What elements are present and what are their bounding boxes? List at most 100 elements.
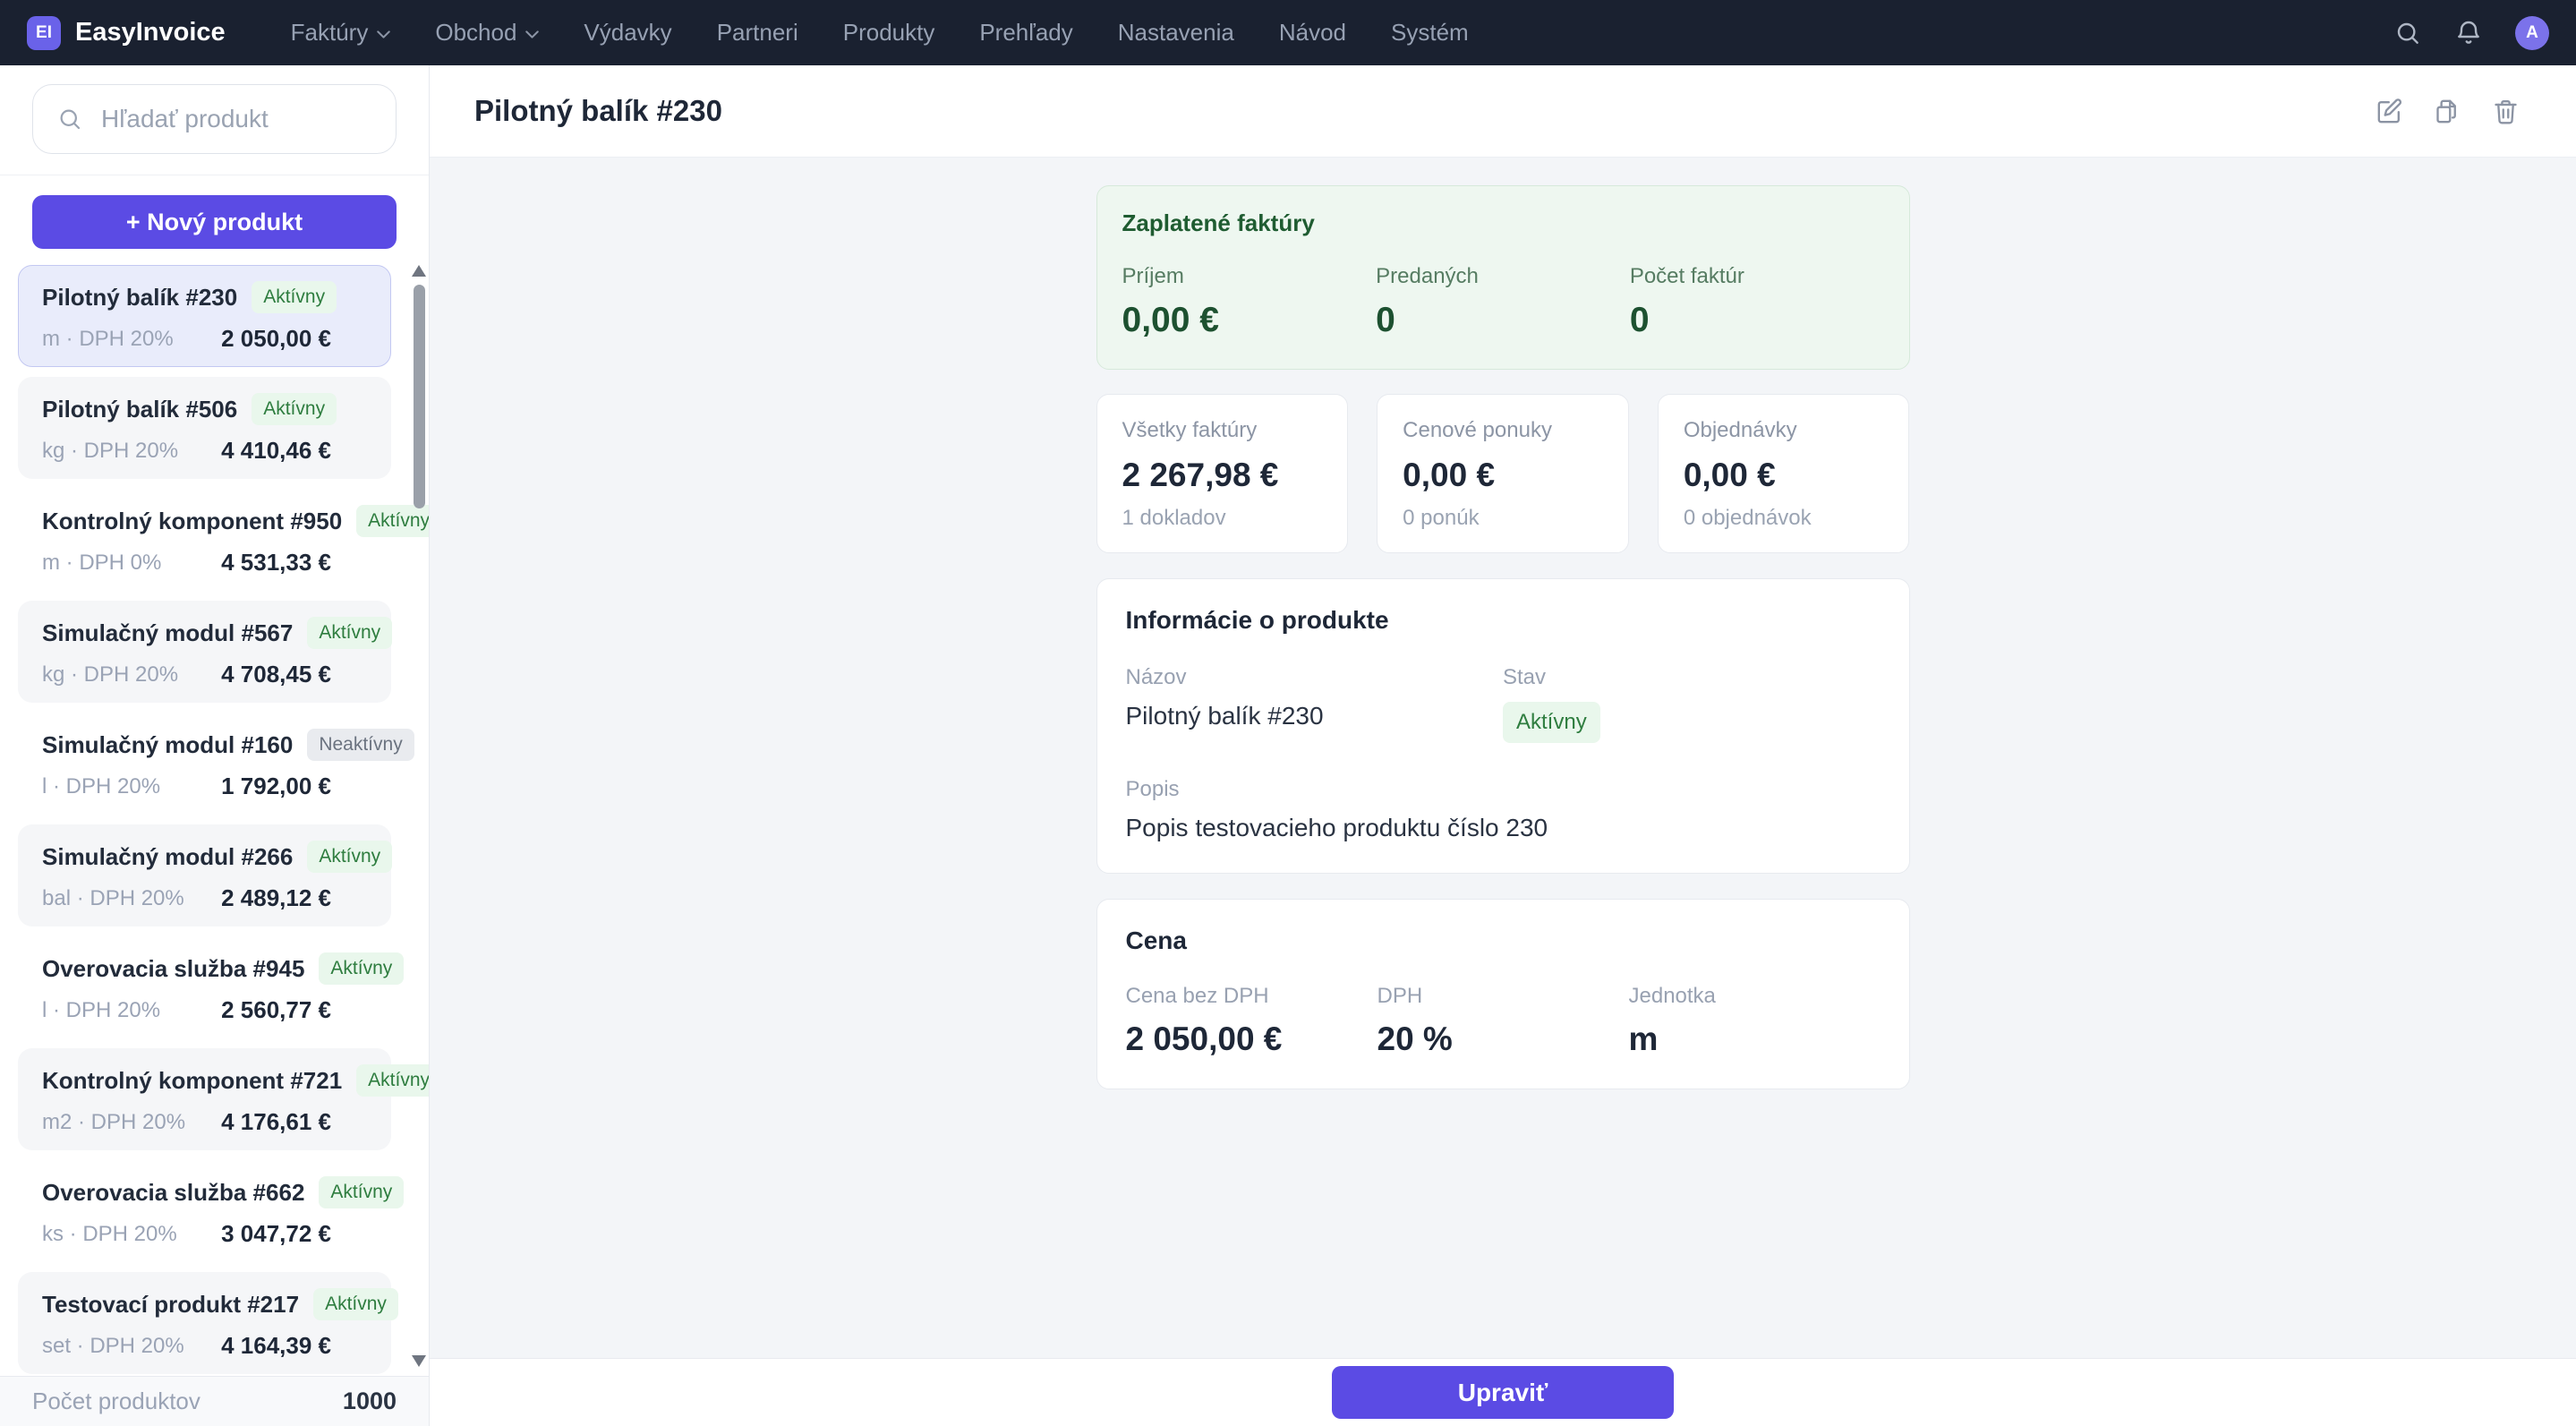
edit-button[interactable]: Upraviť bbox=[1332, 1366, 1674, 1419]
product-row-top: Simulačný modul #160 Neaktívny bbox=[42, 729, 414, 761]
product-name: Kontrolný komponent #721 bbox=[42, 1066, 343, 1094]
product-row-bottom: kg · DPH 20% 4 708,45 € bbox=[42, 661, 367, 688]
copy-icon[interactable] bbox=[2433, 97, 2462, 126]
product-meta: kg · DPH 20% bbox=[42, 662, 179, 687]
product-meta: m2 · DPH 20% bbox=[42, 1109, 186, 1134]
product-list-item[interactable]: Pilotný balík #506 Aktívny kg · DPH 20% … bbox=[18, 377, 391, 479]
product-list-item[interactable]: Overovacia služba #945 Aktívny l · DPH 2… bbox=[18, 936, 405, 1038]
product-row-top: Simulačný modul #266 Aktívny bbox=[42, 841, 393, 873]
product-price: 4 531,33 € bbox=[221, 549, 331, 576]
product-price: 4 164,39 € bbox=[221, 1332, 331, 1359]
product-row-top: Pilotný balík #506 Aktívny bbox=[42, 393, 367, 425]
nav-item[interactable]: Výdavky bbox=[565, 6, 690, 59]
product-row-bottom: kg · DPH 20% 4 410,46 € bbox=[42, 437, 367, 465]
main-content: Zaplatené faktúry Príjem 0,00 € Predanýc… bbox=[430, 158, 2576, 1358]
product-meta: l · DPH 20% bbox=[42, 997, 161, 1022]
sidebar: + Nový produkt Pilotný balík #230 Aktívn… bbox=[0, 65, 430, 1426]
search-input[interactable] bbox=[99, 104, 372, 134]
product-list-item[interactable]: Testovací produkt #217 Aktívny set · DPH… bbox=[18, 1272, 398, 1374]
price-field: Cena bez DPH 2 050,00 € bbox=[1126, 984, 1378, 1058]
paid-stat-label: Príjem bbox=[1122, 264, 1184, 288]
price-card: Cena Cena bez DPH 2 050,00 € DPH 20 % Je… bbox=[1096, 899, 1910, 1089]
product-price: 4 176,61 € bbox=[221, 1108, 331, 1135]
product-row-bottom: bal · DPH 20% 2 489,12 € bbox=[42, 884, 367, 912]
product-list-item[interactable]: Simulačný modul #567 Aktívny kg · DPH 20… bbox=[18, 601, 393, 703]
product-list-item[interactable]: Kontrolný komponent #950 Aktívny m · DPH… bbox=[18, 489, 429, 591]
search-icon[interactable] bbox=[2393, 19, 2422, 47]
price-field: DPH 20 % bbox=[1378, 984, 1629, 1058]
product-row-bottom: ks · DPH 20% 3 047,72 € bbox=[42, 1220, 367, 1248]
stat-card-label: Všetky faktúry bbox=[1122, 418, 1258, 442]
product-row-bottom: l · DPH 20% 2 560,77 € bbox=[42, 996, 367, 1024]
product-list-item[interactable]: Kontrolný komponent #721 Aktívny m2 · DP… bbox=[18, 1048, 429, 1150]
paid-invoices-stats: Príjem 0,00 € Predaných 0 Počet faktúr 0 bbox=[1122, 264, 1884, 340]
product-info-title: Informácie o produkte bbox=[1125, 606, 1389, 634]
app-logo[interactable]: EI bbox=[27, 15, 61, 50]
edit-icon[interactable] bbox=[2375, 97, 2404, 126]
price-field-value: 2 050,00 € bbox=[1125, 1020, 1283, 1057]
field-name-label: Názov bbox=[1125, 665, 1187, 689]
product-row-bottom: set · DPH 20% 4 164,39 € bbox=[42, 1332, 367, 1360]
product-price: 3 047,72 € bbox=[221, 1220, 331, 1247]
trash-icon[interactable] bbox=[2491, 97, 2521, 126]
product-price: 1 792,00 € bbox=[221, 773, 331, 799]
paid-invoices-title: Zaplatené faktúry bbox=[1122, 209, 1315, 236]
product-status-badge: Aktívny bbox=[252, 281, 337, 313]
paid-stat-value: 0,00 € bbox=[1122, 301, 1219, 339]
paid-stat: Príjem 0,00 € bbox=[1122, 264, 1377, 340]
stat-card-sub: 0 objednávok bbox=[1683, 506, 1812, 530]
body-row: + Nový produkt Pilotný balík #230 Aktívn… bbox=[0, 65, 2576, 1426]
sidebar-footer: Počet produktov 1000 bbox=[0, 1376, 429, 1426]
scrollbar-thumb[interactable] bbox=[413, 285, 425, 508]
search-icon bbox=[56, 106, 83, 132]
chevron-down-icon bbox=[525, 30, 540, 39]
paid-stat: Predaných 0 bbox=[1376, 264, 1630, 340]
sidebar-search-area bbox=[0, 65, 429, 175]
avatar[interactable]: A bbox=[2515, 15, 2549, 50]
nav-item[interactable]: Partneri bbox=[698, 6, 817, 59]
scroll-down-arrow[interactable] bbox=[412, 1355, 426, 1367]
product-name: Simulačný modul #160 bbox=[42, 730, 294, 758]
nav-item[interactable]: Faktúry bbox=[272, 6, 410, 59]
nav-item[interactable]: Nastavenia bbox=[1099, 6, 1253, 59]
bell-icon[interactable] bbox=[2454, 19, 2483, 47]
header-actions bbox=[2375, 97, 2521, 126]
product-count-value: 1000 bbox=[342, 1388, 397, 1414]
stat-card-value: 2 267,98 € bbox=[1122, 457, 1279, 493]
field-description-label: Popis bbox=[1125, 777, 1180, 801]
product-status-badge: Aktívny bbox=[319, 1176, 405, 1208]
new-product-button[interactable]: + Nový produkt bbox=[32, 195, 397, 249]
product-row-bottom: m2 · DPH 20% 4 176,61 € bbox=[42, 1108, 367, 1136]
content-column: Zaplatené faktúry Príjem 0,00 € Predanýc… bbox=[1096, 185, 1910, 1089]
nav-item[interactable]: Návod bbox=[1260, 6, 1365, 59]
top-nav: EI EasyInvoice Faktúry Obchod Výdavky Pa… bbox=[0, 0, 2576, 65]
product-meta: m · DPH 0% bbox=[42, 550, 162, 575]
scroll-up-arrow[interactable] bbox=[412, 265, 426, 277]
product-status-badge: Aktívny bbox=[313, 1288, 398, 1320]
product-list-item[interactable]: Pilotný balík #230 Aktívny m · DPH 20% 2… bbox=[18, 265, 391, 367]
price-field-value: 20 % bbox=[1377, 1020, 1453, 1057]
product-row-top: Kontrolný komponent #721 Aktívny bbox=[42, 1064, 429, 1097]
product-list-item[interactable]: Simulačný modul #160 Neaktívny l · DPH 2… bbox=[18, 713, 414, 815]
page-title: Pilotný balík #230 bbox=[474, 94, 722, 127]
product-list-item[interactable]: Overovacia služba #662 Aktívny ks · DPH … bbox=[18, 1160, 405, 1262]
nav-item[interactable]: Obchod bbox=[416, 6, 558, 59]
product-name: Overovacia služba #662 bbox=[42, 1178, 305, 1206]
product-meta: set · DPH 20% bbox=[42, 1333, 184, 1358]
product-row-top: Kontrolný komponent #950 Aktívny bbox=[42, 505, 429, 537]
field-status: Stav Aktívny bbox=[1503, 665, 1881, 743]
nav-item[interactable]: Prehľady bbox=[960, 6, 1091, 59]
product-list-item[interactable]: Simulačný modul #266 Aktívny bal · DPH 2… bbox=[18, 824, 393, 926]
stat-card-value: 0,00 € bbox=[1403, 457, 1496, 493]
product-meta: ks · DPH 20% bbox=[42, 1221, 177, 1246]
product-price: 2 050,00 € bbox=[221, 325, 331, 352]
nav-item[interactable]: Systém bbox=[1372, 6, 1488, 59]
stat-card-label: Cenové ponuky bbox=[1403, 418, 1552, 442]
product-row-bottom: l · DPH 20% 1 792,00 € bbox=[42, 773, 367, 800]
product-status-badge: Aktívny bbox=[252, 393, 337, 425]
nav-item[interactable]: Produkty bbox=[824, 6, 954, 59]
product-count-label: Počet produktov bbox=[32, 1388, 200, 1414]
nav-item-label: Produkty bbox=[842, 19, 935, 46]
product-row-top: Overovacia služba #945 Aktívny bbox=[42, 952, 405, 985]
price-field-label: DPH bbox=[1377, 984, 1423, 1008]
